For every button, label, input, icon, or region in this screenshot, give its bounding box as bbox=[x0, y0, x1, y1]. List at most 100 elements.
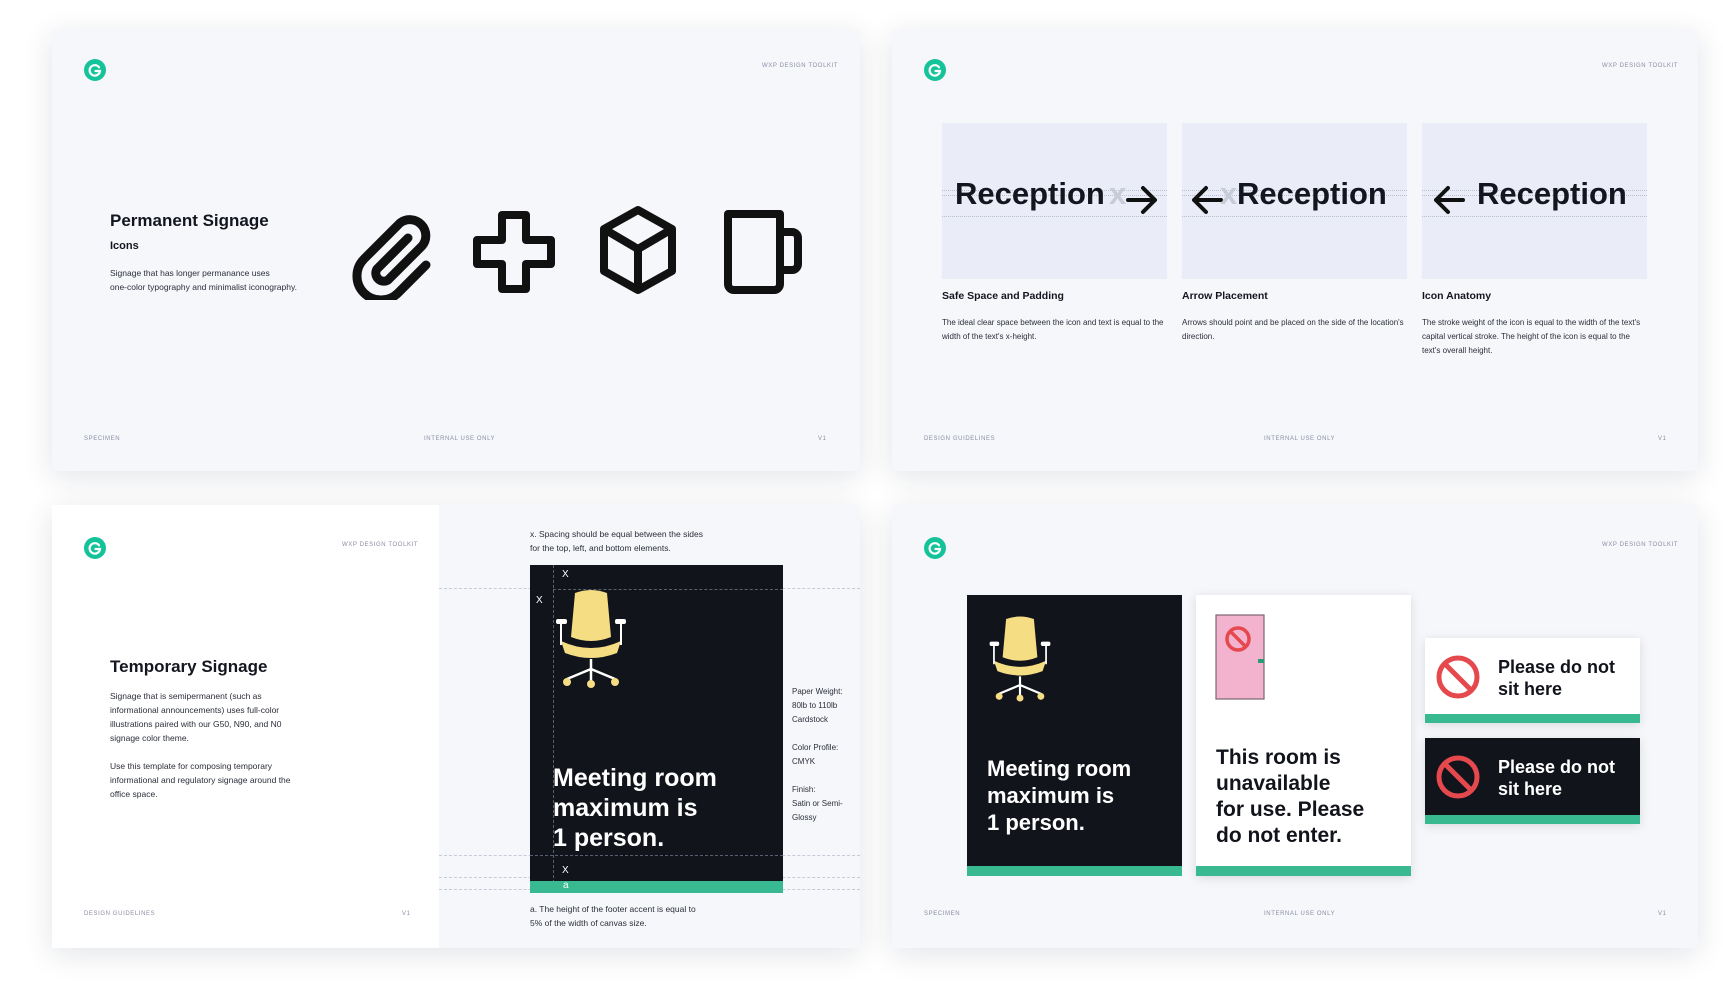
footer-left: SPECIMEN bbox=[84, 436, 121, 442]
slide-body-line: Signage that is semipermanent (such as bbox=[110, 691, 262, 701]
sign-line: 1 person. bbox=[553, 824, 665, 852]
spec-value: Glossy bbox=[792, 813, 817, 822]
spacing-marker-x: X bbox=[562, 865, 569, 876]
sign-line: Meeting room bbox=[987, 756, 1132, 781]
spacing-marker-x: X bbox=[562, 569, 569, 580]
sign-line: This room is bbox=[1216, 746, 1341, 769]
slide-title: Permanent Signage bbox=[110, 211, 269, 230]
footer-left: DESIGN GUIDELINES bbox=[84, 911, 156, 917]
spec-value: CMYK bbox=[792, 757, 816, 766]
card-description: The ideal clear space between the icon a… bbox=[942, 318, 1164, 341]
reception-word: Reception bbox=[1237, 176, 1387, 211]
reception-word: Reception bbox=[1477, 176, 1627, 211]
spec-label: Color Profile: bbox=[792, 743, 839, 752]
footer-accent-note: 5% of the width of canvas size. bbox=[530, 918, 647, 928]
spec-label: Paper Weight: bbox=[792, 687, 843, 696]
footer-accent bbox=[1196, 866, 1411, 876]
prohibited-icon bbox=[1436, 655, 1480, 699]
arrow-left-icon bbox=[1434, 186, 1465, 214]
x-height-marker: x bbox=[1109, 176, 1127, 211]
slide-body-line: Signage that has longer permanance uses bbox=[110, 268, 270, 278]
mug-icon bbox=[724, 210, 802, 294]
footer-left: SPECIMEN bbox=[924, 911, 961, 917]
paperclip-icon bbox=[352, 215, 431, 300]
reception-word: Reception bbox=[955, 176, 1105, 211]
sign-line: Please do not bbox=[1498, 657, 1616, 677]
spec-value: Satin or Semi- bbox=[792, 799, 843, 808]
toolkit-label: WXP DESIGN TOOLKIT bbox=[1602, 542, 1679, 548]
closed-door-icon bbox=[1215, 614, 1265, 700]
card-description: The stroke weight of the icon is equal t… bbox=[1422, 318, 1641, 355]
slide-body-line: Use this template for composing temporar… bbox=[110, 761, 273, 771]
spacing-note: for the top, left, and bottom elements. bbox=[530, 543, 671, 553]
spacing-marker-x: X bbox=[536, 595, 543, 606]
slide-body-line: informational and regulatory signage aro… bbox=[110, 775, 291, 785]
slide-permanent-signage: WXP DESIGN TOOLKIT Permanent Signage Ico… bbox=[52, 30, 860, 471]
slide-body-line: office space. bbox=[110, 789, 158, 799]
footer-accent bbox=[967, 866, 1182, 876]
sign-line: unavailable bbox=[1216, 772, 1331, 795]
sign-line: Please do not bbox=[1498, 757, 1616, 777]
do-not-sit-sign-dark: Please do not sit here bbox=[1425, 738, 1640, 824]
prohibited-icon bbox=[1436, 755, 1480, 799]
office-chair-icon bbox=[556, 590, 626, 688]
reception-card-spacing: Reception x bbox=[942, 123, 1167, 279]
footer-accent: a bbox=[530, 880, 783, 893]
footer-right: V1 bbox=[1658, 911, 1667, 917]
slide-temporary-specimens: WXP DESIGN TOOLKIT Meeting room maximum … bbox=[892, 505, 1698, 948]
x-height-marker: x bbox=[1220, 176, 1238, 211]
card-title: Arrow Placement bbox=[1182, 290, 1268, 302]
sign-line: 1 person. bbox=[987, 810, 1085, 835]
brand-logo-icon bbox=[84, 537, 106, 559]
brand-logo-icon bbox=[924, 537, 946, 559]
meeting-room-sign: Meeting room maximum is 1 person. bbox=[967, 595, 1182, 876]
plus-icon bbox=[473, 211, 555, 293]
reception-card-arrow-placement: x Reception bbox=[1182, 123, 1407, 279]
brand-logo-icon bbox=[924, 59, 946, 81]
footer-accent-note: a. The height of the footer accent is eq… bbox=[530, 904, 696, 914]
slide-temporary-signage: WXP DESIGN TOOLKIT Temporary Signage Sig… bbox=[52, 505, 860, 948]
footer-right: V1 bbox=[818, 436, 827, 442]
sign-line: maximum is bbox=[987, 783, 1115, 808]
brand-logo-icon bbox=[84, 59, 106, 81]
footer-center: INTERNAL USE ONLY bbox=[424, 436, 496, 442]
sign-line: sit here bbox=[1498, 779, 1563, 799]
footer-right: V1 bbox=[402, 911, 411, 917]
room-unavailable-sign: This room is unavailable for use. Please… bbox=[1196, 595, 1411, 876]
toolkit-label: WXP DESIGN TOOLKIT bbox=[762, 63, 839, 69]
cube-icon bbox=[600, 206, 676, 294]
arrow-left-icon bbox=[1192, 186, 1223, 214]
toolkit-label: WXP DESIGN TOOLKIT bbox=[1602, 63, 1679, 69]
footer-marker-a: a bbox=[563, 880, 569, 891]
footer-accent bbox=[1425, 714, 1640, 723]
do-not-sit-sign-light: Please do not sit here bbox=[1425, 638, 1640, 723]
slide-arrow-guidelines: WXP DESIGN TOOLKIT Reception x Safe Spac… bbox=[892, 30, 1698, 471]
sign-line: Meeting room bbox=[553, 764, 717, 792]
slide-body-line: illustrations paired with our G50, N90, … bbox=[110, 719, 282, 729]
slide-subtitle: Icons bbox=[110, 240, 139, 252]
footer-accent bbox=[1425, 815, 1640, 824]
slide-body-line: informational announcements) uses full-c… bbox=[110, 705, 280, 715]
slide-body-line: one-color typography and minimalist icon… bbox=[110, 282, 297, 292]
office-chair-icon bbox=[989, 616, 1051, 702]
sign-line: for use. Please bbox=[1216, 798, 1365, 821]
sign-line: sit here bbox=[1498, 679, 1563, 699]
footer-left: DESIGN GUIDELINES bbox=[924, 436, 996, 442]
spec-value: 80lb to 110lb bbox=[792, 701, 838, 710]
spec-label: Finish: bbox=[792, 785, 816, 794]
footer-center: INTERNAL USE ONLY bbox=[1264, 436, 1336, 442]
spec-value: Cardstock bbox=[792, 715, 829, 724]
reception-card-icon-anatomy: Reception bbox=[1422, 123, 1647, 279]
card-title: Icon Anatomy bbox=[1422, 290, 1492, 302]
card-description: Arrows should point and be placed on the… bbox=[1182, 318, 1404, 341]
toolkit-label: WXP DESIGN TOOLKIT bbox=[342, 542, 419, 548]
footer-right: V1 bbox=[1658, 436, 1667, 442]
spacing-note: x. Spacing should be equal between the s… bbox=[530, 529, 703, 539]
card-title: Safe Space and Padding bbox=[942, 290, 1064, 302]
sign-template: X X Meeting room maximum is 1 person. X … bbox=[530, 565, 783, 893]
sign-line: do not enter. bbox=[1216, 824, 1342, 847]
slide-title: Temporary Signage bbox=[110, 657, 268, 676]
arrow-right-icon bbox=[1126, 186, 1157, 214]
footer-center: INTERNAL USE ONLY bbox=[1264, 911, 1336, 917]
slide-body-line: signage color theme. bbox=[110, 733, 189, 743]
